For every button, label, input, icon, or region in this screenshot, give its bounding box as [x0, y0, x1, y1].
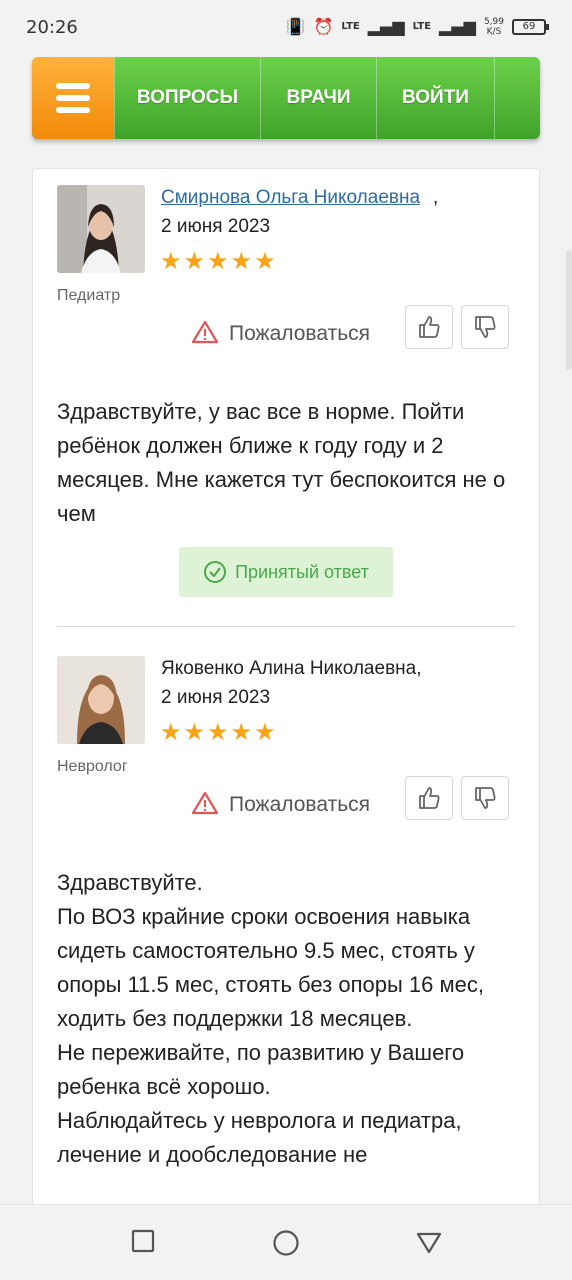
check-circle-icon: [204, 561, 227, 583]
square-icon: [131, 1229, 155, 1253]
accepted-answer-badge: Принятый ответ: [179, 547, 393, 597]
circle-icon: [273, 1230, 299, 1256]
star-icon: ★: [183, 247, 206, 275]
thumbs-down-icon: [475, 787, 496, 809]
rating-stars: ★ ★ ★ ★ ★: [160, 720, 276, 744]
hamburger-icon-line: [56, 107, 90, 113]
answer-text-line: Не переживайте, по развитию у Вашего реб…: [57, 1040, 465, 1099]
dislike-button[interactable]: [461, 305, 509, 349]
hamburger-icon: [56, 83, 90, 89]
answer-date: 2 июня 2023: [161, 687, 271, 708]
answer-text: Здравствуйте, у вас все в норме. Пойти р…: [57, 399, 506, 526]
back-button[interactable]: [415, 1231, 443, 1259]
system-nav-bar: [0, 1204, 572, 1280]
star-icon: ★: [207, 247, 229, 275]
triangle-back-icon: [416, 1232, 442, 1254]
scrollbar[interactable]: [566, 250, 572, 370]
star-icon: ★: [254, 718, 276, 746]
star-icon: ★: [160, 718, 182, 746]
menu-button[interactable]: [32, 57, 114, 139]
doctor-specialty: Невролог: [57, 758, 128, 775]
signal-icon: ▂▄▆: [367, 17, 405, 36]
star-icon: ★: [160, 247, 182, 275]
answer-text-line: Наблюдайтесь у невролога и педиатра, леч…: [57, 1108, 462, 1167]
nav-doctors-link[interactable]: ВРАЧИ: [260, 57, 376, 139]
warning-triangle-icon: [191, 791, 219, 819]
vibrate-icon: 📳: [285, 17, 306, 36]
answers-card: Смирнова Ольга Николаевна , 2 июня 2023 …: [32, 168, 540, 1228]
hamburger-icon-line: [56, 95, 90, 101]
star-icon: ★: [230, 247, 253, 275]
answer-date: 2 июня 2023: [161, 216, 271, 237]
main-navbar: ВОПРОСЫ ВРАЧИ ВОЙТИ: [32, 57, 540, 139]
lte-signal-2: LTE: [412, 21, 432, 32]
thumbs-up-icon: [419, 316, 440, 338]
doctor-name-comma: ,: [433, 187, 439, 208]
like-button[interactable]: [405, 305, 453, 349]
doctor-specialty: Педиатр: [57, 287, 121, 304]
doctor-avatar[interactable]: [57, 656, 145, 744]
thumbs-up-icon: [419, 787, 440, 809]
warning-triangle-icon: [191, 320, 219, 348]
home-button[interactable]: [272, 1229, 300, 1261]
battery-icon: 69: [512, 19, 549, 35]
star-icon: ★: [254, 247, 276, 275]
answer-text: Здравствуйте. По ВОЗ крайние сроки освое…: [57, 866, 522, 1172]
recent-apps-button[interactable]: [131, 1229, 155, 1257]
doctor-name[interactable]: Яковенко Алина Николаевна,: [161, 658, 422, 680]
dislike-button[interactable]: [461, 776, 509, 820]
status-bar: 20:26 📳 ⏰ LTE ▂▄▆ LTE ▂▄▆ 5,99 K/S 69: [0, 0, 572, 58]
speed-value: 5,99: [483, 17, 504, 27]
answer-divider: [57, 626, 515, 627]
rating-stars: ★ ★ ★ ★ ★: [160, 249, 276, 273]
answer-text-line: По ВОЗ крайние сроки освоения навыка сид…: [57, 904, 484, 1031]
navbar-spacer: [494, 57, 540, 139]
answer-text-line: Здравствуйте.: [57, 870, 203, 895]
nav-login-link[interactable]: ВОЙТИ: [376, 57, 494, 139]
signal-icon-2: ▂▄▆: [439, 17, 476, 36]
status-time: 20:26: [26, 17, 78, 38]
complain-button[interactable]: Пожаловаться: [191, 320, 370, 348]
network-speed: 5,99 K/S: [484, 17, 504, 37]
nav-questions-link[interactable]: ВОПРОСЫ: [114, 57, 260, 139]
complain-button[interactable]: Пожаловаться: [191, 791, 370, 819]
star-icon: ★: [230, 718, 253, 746]
complain-label: Пожаловаться: [229, 322, 371, 345]
doctor-name-link[interactable]: Смирнова Ольга Николаевна: [161, 187, 420, 209]
speed-unit: K/S: [486, 27, 502, 37]
like-button[interactable]: [405, 776, 453, 820]
accepted-label: Принятый ответ: [235, 561, 369, 582]
lte-signal-1: LTE: [341, 21, 360, 32]
star-icon: ★: [183, 718, 206, 746]
star-icon: ★: [207, 718, 229, 746]
alarm-icon: ⏰: [313, 17, 334, 36]
thumbs-down-icon: [475, 316, 496, 338]
status-icons: 📳 ⏰ LTE ▂▄▆ LTE ▂▄▆ 5,99 K/S 69: [285, 17, 549, 37]
doctor-avatar[interactable]: [57, 185, 145, 273]
complain-label: Пожаловаться: [229, 793, 371, 816]
